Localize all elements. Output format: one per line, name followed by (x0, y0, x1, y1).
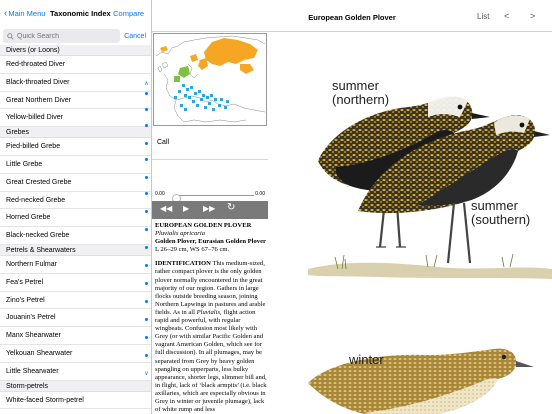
label-winter: winter (349, 352, 384, 367)
index-dot[interactable] (145, 108, 148, 111)
range-map[interactable] (153, 33, 267, 126)
list-button[interactable]: List (477, 12, 489, 21)
main-menu-label: Main Menu (8, 9, 46, 18)
species-list-item[interactable]: Yellow-billed Diver (0, 109, 151, 128)
species-list-item[interactable]: Little Grebe (0, 156, 151, 174)
species-info-column: Call 0.00 0.00 ◀◀ ▶ ▶▶ ↻ EUROPEAN GOLDEN… (152, 33, 268, 414)
species-list-item[interactable]: European Storm-petrel (0, 409, 151, 414)
species-list-item[interactable]: Great Crested Grebe (0, 174, 151, 192)
index-dot[interactable] (145, 282, 148, 285)
repeat-icon[interactable]: ↻ (227, 202, 235, 213)
index-dot[interactable] (145, 92, 148, 95)
species-list-item[interactable]: Red-throated Diver (0, 56, 151, 74)
index-dot[interactable] (145, 192, 148, 195)
index-dot[interactable] (145, 158, 148, 161)
search-cancel-button[interactable]: Cancel (124, 33, 148, 40)
scientific-name: Pluvialis apricaria (155, 230, 206, 238)
section-header: Grebes (0, 127, 151, 139)
illustration-plate[interactable]: summer (northern) summer (southern) wint… (268, 33, 552, 414)
species-list-item[interactable]: Black-necked Grebe (0, 227, 151, 245)
species-list-item[interactable]: Manx Shearwater (0, 327, 151, 345)
index-dot[interactable] (145, 176, 148, 179)
search-icon (7, 32, 14, 40)
species-list-item[interactable]: Yelkouan Shearwater (0, 345, 151, 363)
divider (152, 159, 268, 160)
index-navbar: ‹ Main Menu Taxonomic Index Compare (0, 0, 151, 27)
index-dot[interactable] (145, 336, 148, 339)
index-chevron-up-icon[interactable]: ∧ (143, 80, 150, 87)
bird-winter (308, 348, 534, 414)
index-dot[interactable] (145, 246, 148, 249)
species-title: European Golden Plover (308, 13, 396, 22)
audio-controls: ◀◀ ▶ ▶▶ ↻ (152, 201, 268, 219)
rewind-icon[interactable]: ◀◀ (160, 204, 172, 213)
measurements: L 26–29 cm, WS 67–76 cm. (155, 246, 230, 254)
identification-heading: IDENTIFICATION (155, 260, 211, 268)
section-header: Petrels & Shearwaters (0, 244, 151, 256)
species-list-item[interactable]: Great Northern Diver (0, 92, 151, 110)
species-list-item[interactable]: Fea's Petrel (0, 274, 151, 292)
species-list-item[interactable]: Black-throated Diver (0, 74, 151, 92)
index-dot[interactable] (145, 318, 148, 321)
label-summer-southern: summer (southern) (471, 198, 531, 227)
next-button[interactable]: > (530, 11, 535, 21)
range-map-graphic (155, 35, 266, 123)
identification-paragraph: IDENTIFICATION This medium-sized, rather… (155, 260, 267, 414)
species-list-item[interactable]: Pied-billed Grebe (0, 138, 151, 156)
index-title: Taxonomic Index (50, 9, 111, 18)
index-dot[interactable] (145, 124, 148, 127)
alternative-names: Golden Plover, Eurasian Golden Plover (155, 238, 266, 246)
total-time: 0.00 (255, 191, 265, 197)
species-list-item[interactable]: Little Shearwater (0, 363, 151, 381)
species-list-item[interactable]: Horned Grebe (0, 209, 151, 228)
fast-forward-icon[interactable]: ▶▶ (203, 204, 215, 213)
detail-topbar: European Golden Plover List < > (152, 0, 552, 32)
search-field[interactable] (3, 29, 121, 43)
elapsed-time: 0.00 (155, 191, 165, 197)
label-summer-northern: summer (northern) (332, 78, 390, 107)
play-icon[interactable]: ▶ (183, 204, 189, 213)
audio-progress-track[interactable] (172, 194, 254, 203)
search-bar: Cancel (0, 27, 151, 46)
species-list-item[interactable]: White-faced Storm-petrel (0, 392, 151, 410)
main-menu-button[interactable]: ‹ Main Menu (4, 7, 46, 19)
call-label: Call (157, 139, 170, 146)
chevron-left-icon: ‹ (4, 7, 8, 19)
index-dot[interactable] (145, 264, 148, 267)
species-list-item[interactable]: Jouanin's Petrel (0, 309, 151, 328)
index-dot[interactable] (145, 142, 148, 145)
section-header: Divers (or Loons) (0, 45, 151, 56)
index-dot[interactable] (145, 210, 148, 213)
previous-button[interactable]: < (504, 11, 509, 21)
section-index-strip[interactable]: ∧ ∨ (143, 58, 150, 398)
species-list: Divers (or Loons) Red-throated Diver Black… (0, 45, 151, 414)
species-list-item[interactable]: Northern Fulmar (0, 256, 151, 274)
search-input[interactable] (17, 32, 107, 40)
index-dot[interactable] (145, 354, 148, 357)
index-panel: ‹ Main Menu Taxonomic Index Compare Canc… (0, 0, 152, 414)
species-description: EUROPEAN GOLDEN PLOVER Pluvialis apricar… (155, 222, 267, 414)
species-list-item[interactable]: Red-necked Grebe (0, 192, 151, 210)
section-header: Storm-petrels (0, 380, 151, 392)
audio-scrubber: 0.00 0.00 (152, 191, 268, 203)
compare-button[interactable]: Compare (113, 9, 144, 18)
species-list-item[interactable]: Zino's Petrel (0, 292, 151, 310)
index-dot[interactable] (145, 228, 148, 231)
species-name-caps: EUROPEAN GOLDEN PLOVER (155, 222, 252, 229)
index-chevron-down-icon[interactable]: ∨ (143, 370, 150, 377)
index-dot[interactable] (145, 300, 148, 303)
